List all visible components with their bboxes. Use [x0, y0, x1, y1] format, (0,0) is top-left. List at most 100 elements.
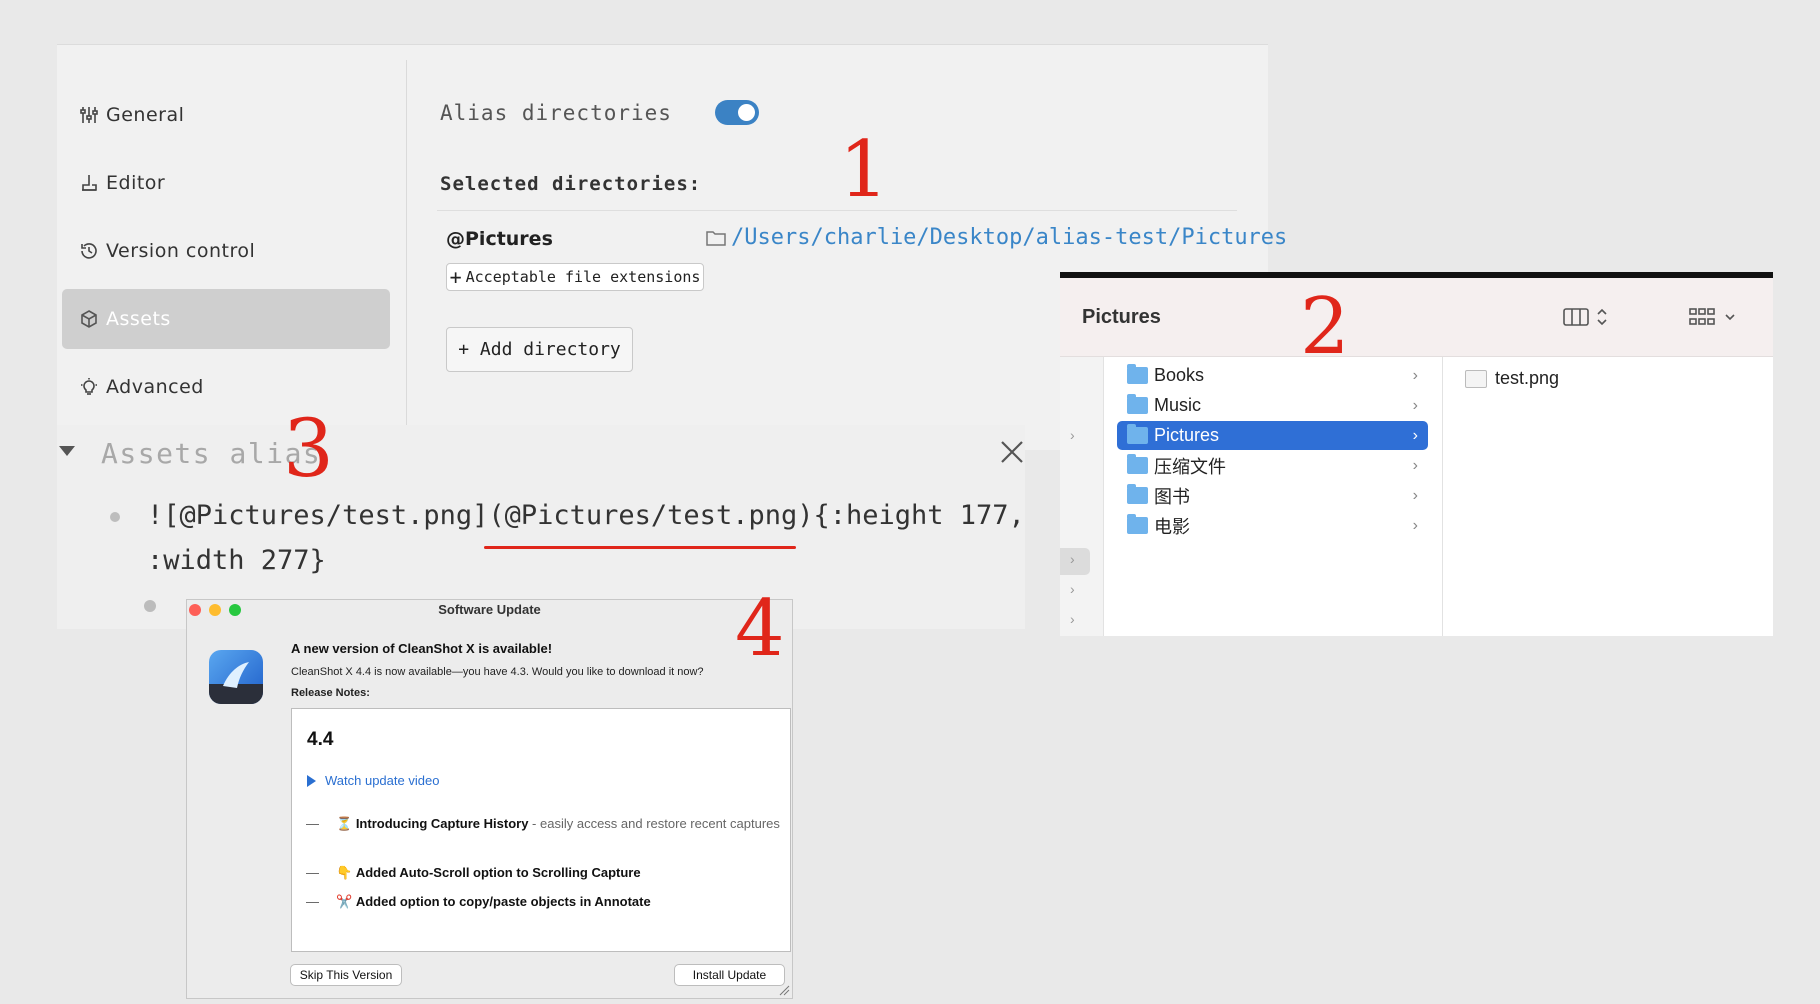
note-title: Added option to copy/paste objects in An…: [355, 894, 651, 909]
chevron-right-icon: ›: [1412, 456, 1418, 474]
finder-toolbar: [1060, 278, 1773, 357]
acceptable-extensions-label: Acceptable file extensions: [465, 268, 701, 286]
sidebar-item-general[interactable]: General: [62, 85, 390, 145]
annotation-underline: [484, 546, 796, 549]
scissors-icon: ✂️: [336, 894, 353, 909]
column-view-icon[interactable]: [1562, 306, 1610, 328]
chevron-right-icon: ›: [1412, 426, 1418, 444]
folder-label: Pictures: [1154, 425, 1220, 445]
finder-window: Pictures 2 › › › › Books › Music › Picture…: [1060, 272, 1773, 636]
file-label: test.png: [1495, 368, 1560, 388]
folder-icon: [1127, 424, 1148, 444]
folder-item-music[interactable]: Music ›: [1117, 391, 1428, 420]
sidebar-item-label: Editor: [106, 172, 166, 194]
sidebar-item-label: Version control: [106, 240, 256, 262]
folder-icon: [1127, 394, 1148, 414]
collapse-arrow-icon[interactable]: [59, 446, 75, 456]
folder-icon: [1127, 364, 1148, 384]
release-notes-panel[interactable]: 4.4 Watch update video — ⏳ Introducing C…: [291, 708, 791, 952]
note-title: Introducing Capture History: [355, 816, 529, 831]
update-subtitle: CleanShot X 4.4 is now available—you hav…: [291, 666, 704, 678]
sidebar-item-advanced[interactable]: Advanced: [62, 357, 390, 417]
divider: [437, 210, 1237, 211]
chevron-right-icon: ›: [1412, 486, 1418, 504]
bulb-icon: [72, 377, 106, 397]
folder-icon: [1127, 454, 1148, 474]
hourglass-icon: ⏳: [336, 816, 353, 831]
close-icon[interactable]: [999, 439, 1025, 465]
list-bullet: [144, 600, 156, 612]
chevron-right-icon[interactable]: ›: [1070, 581, 1075, 597]
history-icon: [72, 241, 106, 261]
release-note-item: — ⏳ Introducing Capture History - easily…: [306, 816, 780, 831]
group-icon[interactable]: [1688, 306, 1740, 328]
folder-icon: [706, 230, 726, 246]
folder-item-movies[interactable]: 电影 ›: [1117, 511, 1428, 540]
chevron-right-icon[interactable]: ›: [1070, 611, 1075, 627]
alias-line-1: ![@Pictures/test.png](@Pictures/test.png…: [147, 500, 1025, 531]
chevron-right-icon: ›: [1412, 366, 1418, 384]
window-title: Software Update: [438, 602, 541, 617]
folder-item-books[interactable]: Books ›: [1117, 361, 1428, 390]
chevron-right-icon[interactable]: ›: [1070, 427, 1075, 443]
pen-icon: [72, 173, 106, 193]
sidebar-item-assets[interactable]: Assets: [62, 289, 390, 349]
sidebar-item-label: General: [106, 104, 185, 126]
annotation-4: 4: [735, 584, 785, 674]
folder-label: 电影: [1154, 516, 1190, 537]
sidebar-item-label: Advanced: [106, 376, 204, 398]
annotation-1: 1: [839, 125, 889, 215]
folder-label: Music: [1154, 395, 1202, 415]
finder-sidebar: › › › ›: [1060, 357, 1104, 636]
image-file-icon: [1465, 369, 1487, 388]
directory-path-link[interactable]: /Users/charlie/Desktop/alias-test/Pictur…: [705, 225, 1287, 250]
alias-markdown-text[interactable]: ![@Pictures/test.png](@Pictures/test.png…: [147, 493, 1025, 583]
sliders-icon: [72, 105, 106, 125]
directory-name: @Pictures: [446, 228, 553, 250]
sidebar-item-label: Assets: [106, 308, 171, 330]
folder-item-books-cn[interactable]: 图书 ›: [1117, 481, 1428, 510]
selected-directories-heading: Selected directories:: [440, 173, 702, 195]
watch-video-label: Watch update video: [325, 773, 440, 788]
play-icon: [307, 774, 316, 787]
release-note-item: — ✂️ Added option to copy/paste objects …: [306, 894, 651, 909]
finder-folder-column: Books › Music › Pictures › 压缩文件 › 图书 › 电影 ›: [1104, 357, 1443, 636]
folder-label: 压缩文件: [1154, 456, 1226, 477]
folder-label: Books: [1154, 365, 1205, 385]
chevron-right-icon[interactable]: ›: [1070, 551, 1075, 567]
alias-directories-label: Alias directories: [440, 101, 672, 125]
titlebar: Software Update: [187, 600, 792, 620]
acceptable-extensions-button[interactable]: + Acceptable file extensions: [446, 263, 704, 291]
folder-label: 图书: [1154, 486, 1190, 507]
sidebar-item-editor[interactable]: Editor: [62, 153, 390, 213]
cube-icon: [72, 309, 106, 329]
finder-title: Pictures: [1082, 306, 1161, 328]
list-bullet: [110, 512, 120, 522]
release-note-item: — 👇 Added Auto-Scroll option to Scrollin…: [306, 865, 641, 880]
note-description: - easily access and restore recent captu…: [528, 816, 780, 831]
folder-icon: [1127, 514, 1148, 534]
annotation-3: 3: [283, 402, 334, 495]
annotation-2: 2: [1300, 282, 1350, 372]
update-headline: A new version of CleanShot X is availabl…: [291, 641, 553, 656]
alias-directories-toggle[interactable]: [715, 100, 759, 125]
release-version: 4.4: [307, 729, 334, 750]
sidebar-item-version-control[interactable]: Version control: [62, 221, 390, 281]
resize-handle-icon[interactable]: [778, 984, 790, 996]
folder-icon: [1127, 484, 1148, 504]
skip-version-button[interactable]: Skip This Version: [290, 964, 402, 986]
add-directory-button[interactable]: + Add directory: [446, 327, 633, 372]
settings-sidebar: General Editor Version control Assets Ad…: [57, 60, 407, 450]
install-update-button[interactable]: Install Update: [674, 964, 785, 986]
plus-icon: +: [449, 265, 462, 289]
note-title: Added Auto-Scroll option to Scrolling Ca…: [355, 865, 641, 880]
watch-video-link[interactable]: Watch update video: [307, 773, 439, 788]
alias-line-2: :width 277}: [147, 545, 326, 576]
folder-item-pictures[interactable]: Pictures ›: [1117, 421, 1428, 450]
cleanshot-app-icon: [209, 650, 263, 704]
pointing-down-icon: 👇: [336, 865, 353, 880]
folder-item-archives[interactable]: 压缩文件 ›: [1117, 451, 1428, 480]
chevron-right-icon: ›: [1412, 396, 1418, 414]
file-item-test-png[interactable]: test.png: [1465, 368, 1559, 389]
software-update-window: Software Update 4 A new version of Clean…: [186, 590, 793, 999]
